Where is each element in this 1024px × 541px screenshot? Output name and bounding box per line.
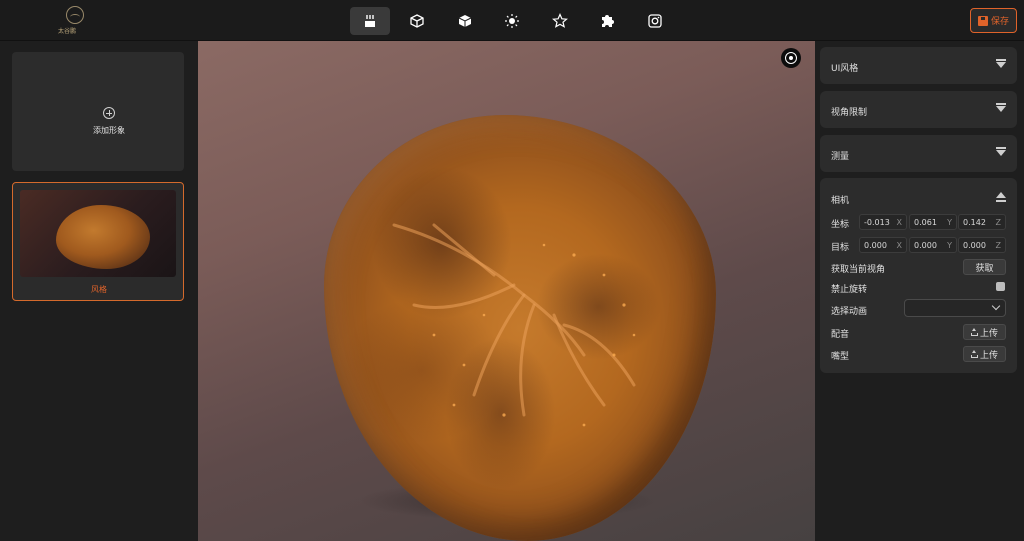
- save-button[interactable]: 保存: [970, 8, 1017, 33]
- collapse-icon[interactable]: [996, 192, 1006, 202]
- section-camera-title: 相机: [831, 196, 850, 206]
- upload-icon: [970, 327, 978, 336]
- expand-icon: [996, 147, 1006, 156]
- editor-app: 太谷鹏 保存 添加形象 风格 UI风格 视角限制 测量 相机 坐标 -0.013…: [0, 0, 1024, 541]
- target-x-value: 0.000: [864, 241, 887, 250]
- disable-rotation-checkbox[interactable]: [996, 282, 1005, 291]
- section-measure[interactable]: 测量: [820, 135, 1017, 172]
- save-icon: [977, 15, 988, 26]
- mouth-shape-label: 嘴型: [831, 352, 850, 362]
- target-label: 目标: [831, 243, 850, 253]
- section-ui-style[interactable]: UI风格: [820, 47, 1017, 84]
- section-view-limit-title: 视角限制: [831, 108, 868, 118]
- position-label: 坐标: [831, 220, 850, 230]
- camera-icon: [648, 14, 662, 28]
- position-z-value: 0.142: [963, 218, 986, 227]
- logo-text: 太谷鹏: [58, 28, 77, 35]
- cube-icon: [458, 15, 472, 27]
- axis-z-label: Z: [995, 241, 1001, 250]
- position-x-value: -0.013: [864, 218, 890, 227]
- light-icon: [505, 14, 519, 28]
- section-ui-style-title: UI风格: [831, 64, 859, 74]
- axis-y-label: Y: [947, 218, 952, 227]
- expand-icon: [996, 103, 1006, 112]
- insect-inclusion: [392, 223, 636, 427]
- plugin-icon: [602, 15, 614, 27]
- audio-upload-button[interactable]: 上传: [963, 324, 1006, 340]
- mouth-upload-label: 上传: [979, 350, 998, 361]
- section-view-limit[interactable]: 视角限制: [820, 91, 1017, 128]
- left-panel: 添加形象 风格: [0, 41, 198, 541]
- position-y-value: 0.061: [914, 218, 937, 227]
- audio-label: 配音: [831, 330, 850, 340]
- get-view-button-label: 获取: [975, 263, 994, 274]
- expand-icon: [996, 59, 1006, 68]
- star-tool-button[interactable]: [540, 7, 580, 35]
- animation-select[interactable]: [904, 299, 1006, 317]
- logo: 太谷鹏: [58, 6, 92, 36]
- get-current-view-label: 获取当前视角: [831, 265, 886, 275]
- target-z-value: 0.000: [963, 241, 986, 250]
- target-icon: [785, 52, 797, 64]
- add-avatar-card[interactable]: 添加形象: [12, 52, 184, 171]
- box-tool-button[interactable]: [397, 7, 437, 35]
- 3d-viewport[interactable]: [198, 41, 815, 541]
- add-avatar-label: 添加形象: [93, 126, 125, 135]
- box-icon: [410, 14, 424, 28]
- style-thumbnail: [20, 190, 176, 277]
- section-camera: 相机 坐标 -0.013 X 0.061 Y 0.142 Z 目标 0.000 …: [820, 178, 1017, 373]
- disable-rotation-label: 禁止旋转: [831, 285, 868, 295]
- axis-y-label: Y: [947, 241, 952, 250]
- position-y-field[interactable]: 0.061 Y: [909, 214, 957, 230]
- logo-mark: [66, 6, 84, 24]
- camera-tool-button[interactable]: [635, 7, 675, 35]
- scene-icon: [365, 15, 375, 27]
- upload-icon: [970, 349, 978, 358]
- right-panel: UI风格 视角限制 测量 相机 坐标 -0.013 X 0.061 Y 0.14…: [815, 41, 1024, 541]
- select-animation-label: 选择动画: [831, 307, 868, 317]
- section-measure-title: 测量: [831, 152, 850, 162]
- target-y-value: 0.000: [914, 241, 937, 250]
- style-card-label: 风格: [91, 285, 107, 294]
- target-y-field[interactable]: 0.000 Y: [909, 237, 957, 253]
- top-bar: 太谷鹏 保存: [0, 0, 1024, 41]
- star-icon: [552, 13, 568, 28]
- position-x-field[interactable]: -0.013 X: [859, 214, 907, 230]
- style-card[interactable]: 风格: [12, 182, 184, 301]
- amber-thumbnail-image: [56, 205, 150, 269]
- scene-tool-button[interactable]: [350, 7, 390, 35]
- audio-upload-label: 上传: [979, 328, 998, 339]
- axis-x-label: X: [896, 241, 902, 250]
- light-tool-button[interactable]: [492, 7, 532, 35]
- target-z-field[interactable]: 0.000 Z: [958, 237, 1006, 253]
- plugin-tool-button[interactable]: [587, 7, 627, 35]
- mouth-upload-button[interactable]: 上传: [963, 346, 1006, 362]
- plus-circle-icon: [103, 107, 115, 119]
- save-button-label: 保存: [990, 17, 1009, 27]
- axis-z-label: Z: [995, 218, 1001, 227]
- amber-model[interactable]: [324, 115, 716, 541]
- cube-tool-button[interactable]: [445, 7, 485, 35]
- position-z-field[interactable]: 0.142 Z: [958, 214, 1006, 230]
- axis-x-label: X: [896, 218, 902, 227]
- chevron-down-icon: [991, 301, 1001, 311]
- target-x-field[interactable]: 0.000 X: [859, 237, 907, 253]
- get-view-button[interactable]: 获取: [963, 259, 1006, 275]
- focus-target-button[interactable]: [781, 48, 801, 68]
